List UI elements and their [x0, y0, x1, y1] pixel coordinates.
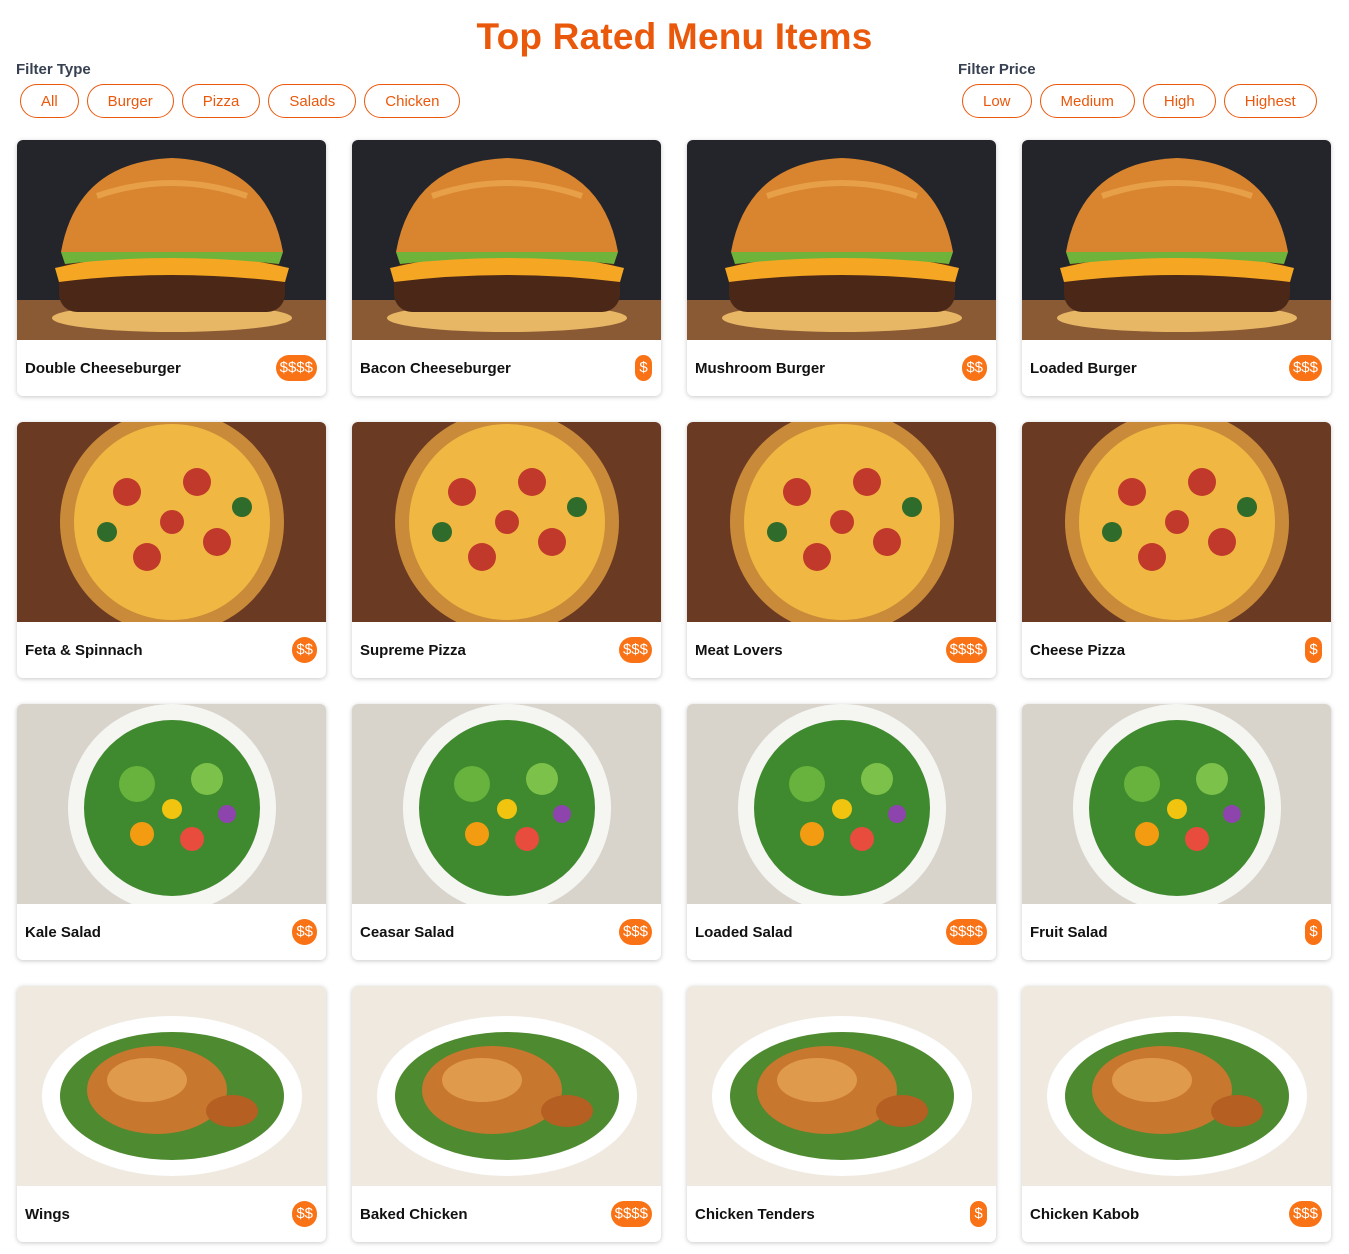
- menu-item-footer: Supreme Pizza $$$: [352, 622, 661, 678]
- menu-item-footer: Wings $$: [17, 1186, 326, 1242]
- menu-item-name: Cheese Pizza: [1030, 641, 1126, 659]
- chicken-photo: [1022, 986, 1331, 1186]
- price-badge: $$$$: [610, 1201, 652, 1227]
- menu-item-card[interactable]: Ceasar Salad $$$: [352, 704, 661, 960]
- menu-item-footer: Meat Lovers $$$$: [687, 622, 996, 678]
- menu-item-footer: Cheese Pizza $: [1022, 622, 1331, 678]
- menu-item-name: Double Cheeseburger: [25, 359, 181, 377]
- filter-type-burger-button[interactable]: Burger: [86, 84, 174, 118]
- menu-item-name: Ceasar Salad: [360, 923, 455, 941]
- menu-item-card[interactable]: Feta & Spinnach $$: [17, 422, 326, 678]
- filter-price-buttons: Low Medium High Highest: [958, 84, 1317, 118]
- pizza-photo: [352, 422, 661, 622]
- menu-item-card[interactable]: Fruit Salad $: [1022, 704, 1331, 960]
- menu-item-card[interactable]: Bacon Cheeseburger $: [352, 140, 661, 396]
- chicken-photo: [687, 986, 996, 1186]
- menu-item-footer: Double Cheeseburger $$$$: [17, 340, 326, 396]
- menu-item-name: Meat Lovers: [695, 641, 783, 659]
- filter-type-group: Filter Type All Burger Pizza Salads Chic…: [16, 60, 461, 118]
- menu-item-name: Mushroom Burger: [695, 359, 826, 377]
- price-badge: $: [635, 355, 652, 381]
- filter-price-label: Filter Price: [958, 61, 1036, 78]
- salad-photo: [17, 704, 326, 904]
- price-badge: $$$: [1288, 1201, 1322, 1227]
- menu-item-name: Chicken Tenders: [695, 1205, 815, 1223]
- price-badge: $$: [292, 1201, 317, 1227]
- menu-item-footer: Fruit Salad $: [1022, 904, 1331, 960]
- menu-item-card[interactable]: Chicken Tenders $: [687, 986, 996, 1242]
- menu-item-name: Supreme Pizza: [360, 641, 466, 659]
- menu-item-card[interactable]: Baked Chicken $$$$: [352, 986, 661, 1242]
- menu-item-footer: Feta & Spinnach $$: [17, 622, 326, 678]
- menu-item-card[interactable]: Wings $$: [17, 986, 326, 1242]
- price-badge: $$: [292, 637, 317, 663]
- filter-price-highest-button[interactable]: Highest: [1223, 84, 1317, 118]
- burger-photo: [17, 140, 326, 340]
- pizza-photo: [17, 422, 326, 622]
- burger-photo: [352, 140, 661, 340]
- price-badge: $$: [292, 919, 317, 945]
- price-badge: $$$$: [945, 637, 987, 663]
- filter-type-chicken-button[interactable]: Chicken: [364, 84, 461, 118]
- filter-type-salads-button[interactable]: Salads: [268, 84, 357, 118]
- menu-item-name: Loaded Salad: [695, 923, 793, 941]
- burger-photo: [1022, 140, 1331, 340]
- menu-item-card[interactable]: Supreme Pizza $$$: [352, 422, 661, 678]
- menu-item-name: Kale Salad: [25, 923, 101, 941]
- menu-item-card[interactable]: Chicken Kabob $$$: [1022, 986, 1331, 1242]
- filter-price-medium-button[interactable]: Medium: [1039, 84, 1135, 118]
- chicken-photo: [352, 986, 661, 1186]
- menu-item-card[interactable]: Mushroom Burger $$: [687, 140, 996, 396]
- chicken-photo: [17, 986, 326, 1186]
- price-badge: $$$: [618, 637, 652, 663]
- menu-item-footer: Loaded Salad $$$$: [687, 904, 996, 960]
- price-badge: $$$$: [275, 355, 317, 381]
- menu-item-name: Wings: [25, 1205, 70, 1223]
- menu-item-name: Feta & Spinnach: [25, 641, 143, 659]
- menu-item-name: Baked Chicken: [360, 1205, 468, 1223]
- menu-item-footer: Loaded Burger $$$: [1022, 340, 1331, 396]
- menu-item-footer: Kale Salad $$: [17, 904, 326, 960]
- salad-photo: [352, 704, 661, 904]
- filter-type-buttons: All Burger Pizza Salads Chicken: [16, 84, 461, 118]
- price-badge: $: [1305, 919, 1322, 945]
- pizza-photo: [687, 422, 996, 622]
- menu-item-name: Chicken Kabob: [1030, 1205, 1140, 1223]
- filter-type-all-button[interactable]: All: [20, 84, 79, 118]
- pizza-photo: [1022, 422, 1331, 622]
- filter-price-low-button[interactable]: Low: [962, 84, 1032, 118]
- menu-item-footer: Ceasar Salad $$$: [352, 904, 661, 960]
- price-badge: $$: [962, 355, 987, 381]
- salad-photo: [687, 704, 996, 904]
- menu-item-footer: Chicken Tenders $: [687, 1186, 996, 1242]
- price-badge: $: [970, 1201, 987, 1227]
- menu-item-name: Fruit Salad: [1030, 923, 1108, 941]
- price-badge: $$$: [618, 919, 652, 945]
- filter-price-group: Filter Price Low Medium High Highest: [958, 60, 1317, 118]
- menu-item-card[interactable]: Cheese Pizza $: [1022, 422, 1331, 678]
- menu-item-card[interactable]: Loaded Burger $$$: [1022, 140, 1331, 396]
- price-badge: $$$: [1288, 355, 1322, 381]
- menu-item-card[interactable]: Loaded Salad $$$$: [687, 704, 996, 960]
- price-badge: $$$$: [945, 919, 987, 945]
- menu-item-card[interactable]: Meat Lovers $$$$: [687, 422, 996, 678]
- price-badge: $: [1305, 637, 1322, 663]
- menu-item-name: Loaded Burger: [1030, 359, 1137, 377]
- filter-type-pizza-button[interactable]: Pizza: [181, 84, 261, 118]
- salad-photo: [1022, 704, 1331, 904]
- menu-item-footer: Baked Chicken $$$$: [352, 1186, 661, 1242]
- menu-grid: Double Cheeseburger $$$$ Bacon Cheesebur…: [17, 140, 1331, 1242]
- menu-item-footer: Mushroom Burger $$: [687, 340, 996, 396]
- menu-item-name: Bacon Cheeseburger: [360, 359, 511, 377]
- menu-item-card[interactable]: Double Cheeseburger $$$$: [17, 140, 326, 396]
- filter-type-label: Filter Type: [16, 61, 91, 78]
- menu-item-card[interactable]: Kale Salad $$: [17, 704, 326, 960]
- menu-item-footer: Chicken Kabob $$$: [1022, 1186, 1331, 1242]
- page-title: Top Rated Menu Items: [476, 16, 873, 57]
- burger-photo: [687, 140, 996, 340]
- menu-item-footer: Bacon Cheeseburger $: [352, 340, 661, 396]
- filter-price-high-button[interactable]: High: [1142, 84, 1216, 118]
